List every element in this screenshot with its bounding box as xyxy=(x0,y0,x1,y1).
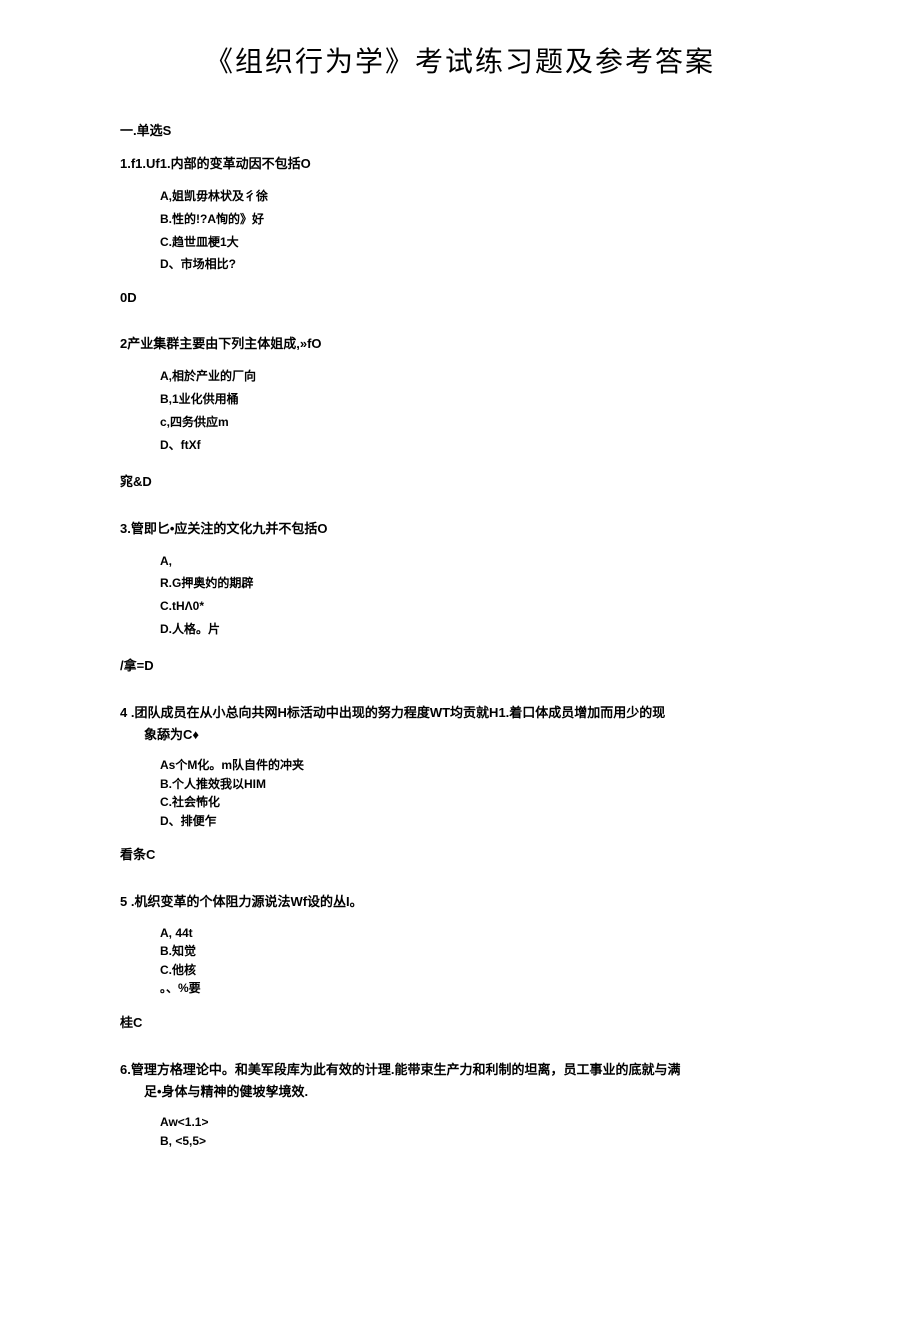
answer: 窕&D xyxy=(120,471,800,490)
option: D、市场相比? xyxy=(160,253,800,276)
page-title: 《组织行为学》考试练习题及参考答案 xyxy=(120,40,800,80)
question: 4 .团队成员在从小总向共网H标活动中出现的努力程度WT均贡就H1.着口体成员增… xyxy=(120,702,800,864)
options: A, 44tB.知觉C.他核。、%要 xyxy=(160,924,800,998)
option: C.tHΛ0* xyxy=(160,595,800,618)
option: 。、%要 xyxy=(160,979,800,998)
option: C.趋世皿梗1大 xyxy=(160,231,800,254)
options: A,姐凯毋林状及彳徐B.性的!?A恂的》好C.趋世皿梗1大D、市场相比? xyxy=(160,185,800,276)
options: A,相於产业的厂向B,1业化供用桶c,四务供应mD、ftXf xyxy=(160,365,800,456)
option: R.G押奥妁的期辟 xyxy=(160,572,800,595)
option: D、排便乍 xyxy=(160,812,800,831)
question-stem: 3.管即匕•应关注的文化九并不包括O xyxy=(120,518,800,540)
options: A,R.G押奥妁的期辟C.tHΛ0*D.人格。片 xyxy=(160,550,800,641)
answer: 桂C xyxy=(120,1012,800,1031)
option: B.知觉 xyxy=(160,942,800,961)
section-heading: 一.单选S xyxy=(120,120,800,139)
option: A, 44t xyxy=(160,924,800,943)
question-stem: 4 .团队成员在从小总向共网H标活动中出现的努力程度WT均贡就H1.着口体成员增… xyxy=(120,702,800,746)
option: c,四务供应m xyxy=(160,411,800,434)
option: B,1业化供用桶 xyxy=(160,388,800,411)
question: 5 .机织变革的个体阻力源说法Wf设的丛I。 A, 44tB.知觉C.他核。、%要… xyxy=(120,891,800,1030)
question-stem: 5 .机织变革的个体阻力源说法Wf设的丛I。 xyxy=(120,891,800,913)
option: B.个人推效我以HIM xyxy=(160,775,800,794)
option: D、ftXf xyxy=(160,434,800,457)
option: B.性的!?A恂的》好 xyxy=(160,208,800,231)
answer: 0D xyxy=(120,290,800,305)
option: Aw<1.1> xyxy=(160,1113,800,1132)
option: C.他核 xyxy=(160,961,800,980)
option: B, <5,5> xyxy=(160,1132,800,1151)
option: A,相於产业的厂向 xyxy=(160,365,800,388)
answer: 看条C xyxy=(120,844,800,863)
options: Aw<1.1>B, <5,5> xyxy=(160,1113,800,1150)
question: 1.f1.Uf1.内部的变革动因不包括O A,姐凯毋林状及彳徐B.性的!?A恂的》… xyxy=(120,153,800,305)
question: 3.管即匕•应关注的文化九并不包括O A,R.G押奥妁的期辟C.tHΛ0*D.人格… xyxy=(120,518,800,674)
answer: /拿=D xyxy=(120,655,800,674)
question: 6.管理方格理论中。和美军段库为此有效的计理.能带束生产力和利制的坦离，员工事业… xyxy=(120,1059,800,1150)
question-stem: 2产业集群主要由下列主体姐成,»fO xyxy=(120,333,800,355)
option: C.社会怖化 xyxy=(160,793,800,812)
option: D.人格。片 xyxy=(160,618,800,641)
option: As个M化。m队自件的冲夹 xyxy=(160,756,800,775)
options: As个M化。m队自件的冲夹B.个人推效我以HIMC.社会怖化D、排便乍 xyxy=(160,756,800,830)
question: 2产业集群主要由下列主体姐成,»fO A,相於产业的厂向B,1业化供用桶c,四务供… xyxy=(120,333,800,489)
option: A,姐凯毋林状及彳徐 xyxy=(160,185,800,208)
question-stem: 1.f1.Uf1.内部的变革动因不包括O xyxy=(120,153,800,175)
question-stem: 6.管理方格理论中。和美军段库为此有效的计理.能带束生产力和利制的坦离，员工事业… xyxy=(120,1059,800,1103)
option: A, xyxy=(160,550,800,573)
